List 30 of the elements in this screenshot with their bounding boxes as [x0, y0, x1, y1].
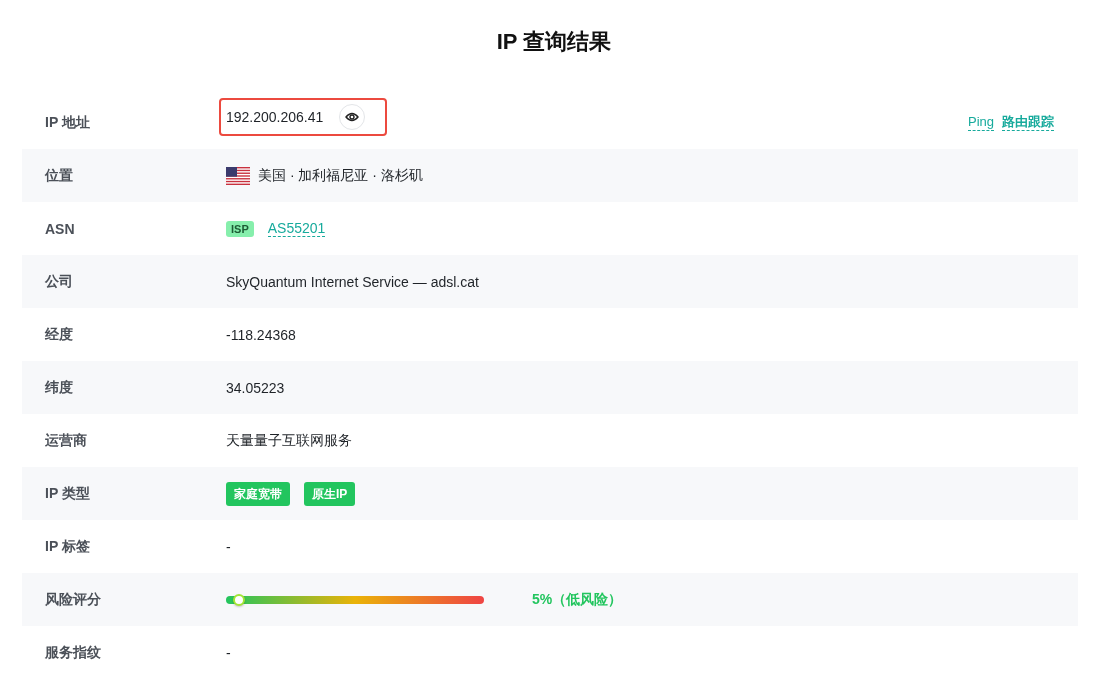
ping-link[interactable]: Ping — [967, 114, 994, 131]
ip-type-tag: 家庭宽带 — [226, 481, 290, 506]
value-text: - — [226, 644, 231, 661]
value-text: - — [226, 538, 231, 555]
risk-score-reading: 5%（低风险） — [532, 590, 623, 609]
field-label: 经度 — [44, 325, 73, 344]
ip-address: 192.200.206.41 — [226, 108, 324, 125]
value-text: SkyQuantum Internet Service — adsl.cat — [226, 273, 479, 290]
location-text: 美国 · 加利福尼亚 · 洛杉矶 — [258, 166, 423, 185]
field-label: IP 类型 — [44, 484, 90, 503]
field-label: 公司 — [44, 272, 73, 291]
asn-link[interactable]: AS55201 — [267, 220, 326, 237]
eye-button[interactable] — [339, 103, 366, 130]
traceroute-link[interactable]: 路由跟踪 — [1002, 114, 1054, 131]
isp-badge: ISP — [226, 220, 254, 237]
field-label: IP 标签 — [44, 537, 90, 556]
flag-icon — [226, 166, 250, 185]
field-label: 位置 — [44, 166, 73, 185]
field-label: 运营商 — [44, 431, 87, 450]
page-title: IP 查询结果 — [496, 28, 612, 56]
field-label: 纬度 — [44, 378, 73, 397]
field-label: IP 地址 — [44, 113, 90, 132]
ip-type-tag: 原生IP — [304, 481, 356, 506]
value-text: 34.05223 — [226, 379, 285, 396]
field-label: ASN — [44, 220, 75, 237]
value-text: 天量量子互联网服务 — [226, 431, 352, 450]
eye-icon — [345, 111, 360, 122]
field-label: 服务指纹 — [44, 643, 101, 662]
value-text: -118.24368 — [226, 326, 296, 343]
field-label: 风险评分 — [44, 590, 101, 609]
